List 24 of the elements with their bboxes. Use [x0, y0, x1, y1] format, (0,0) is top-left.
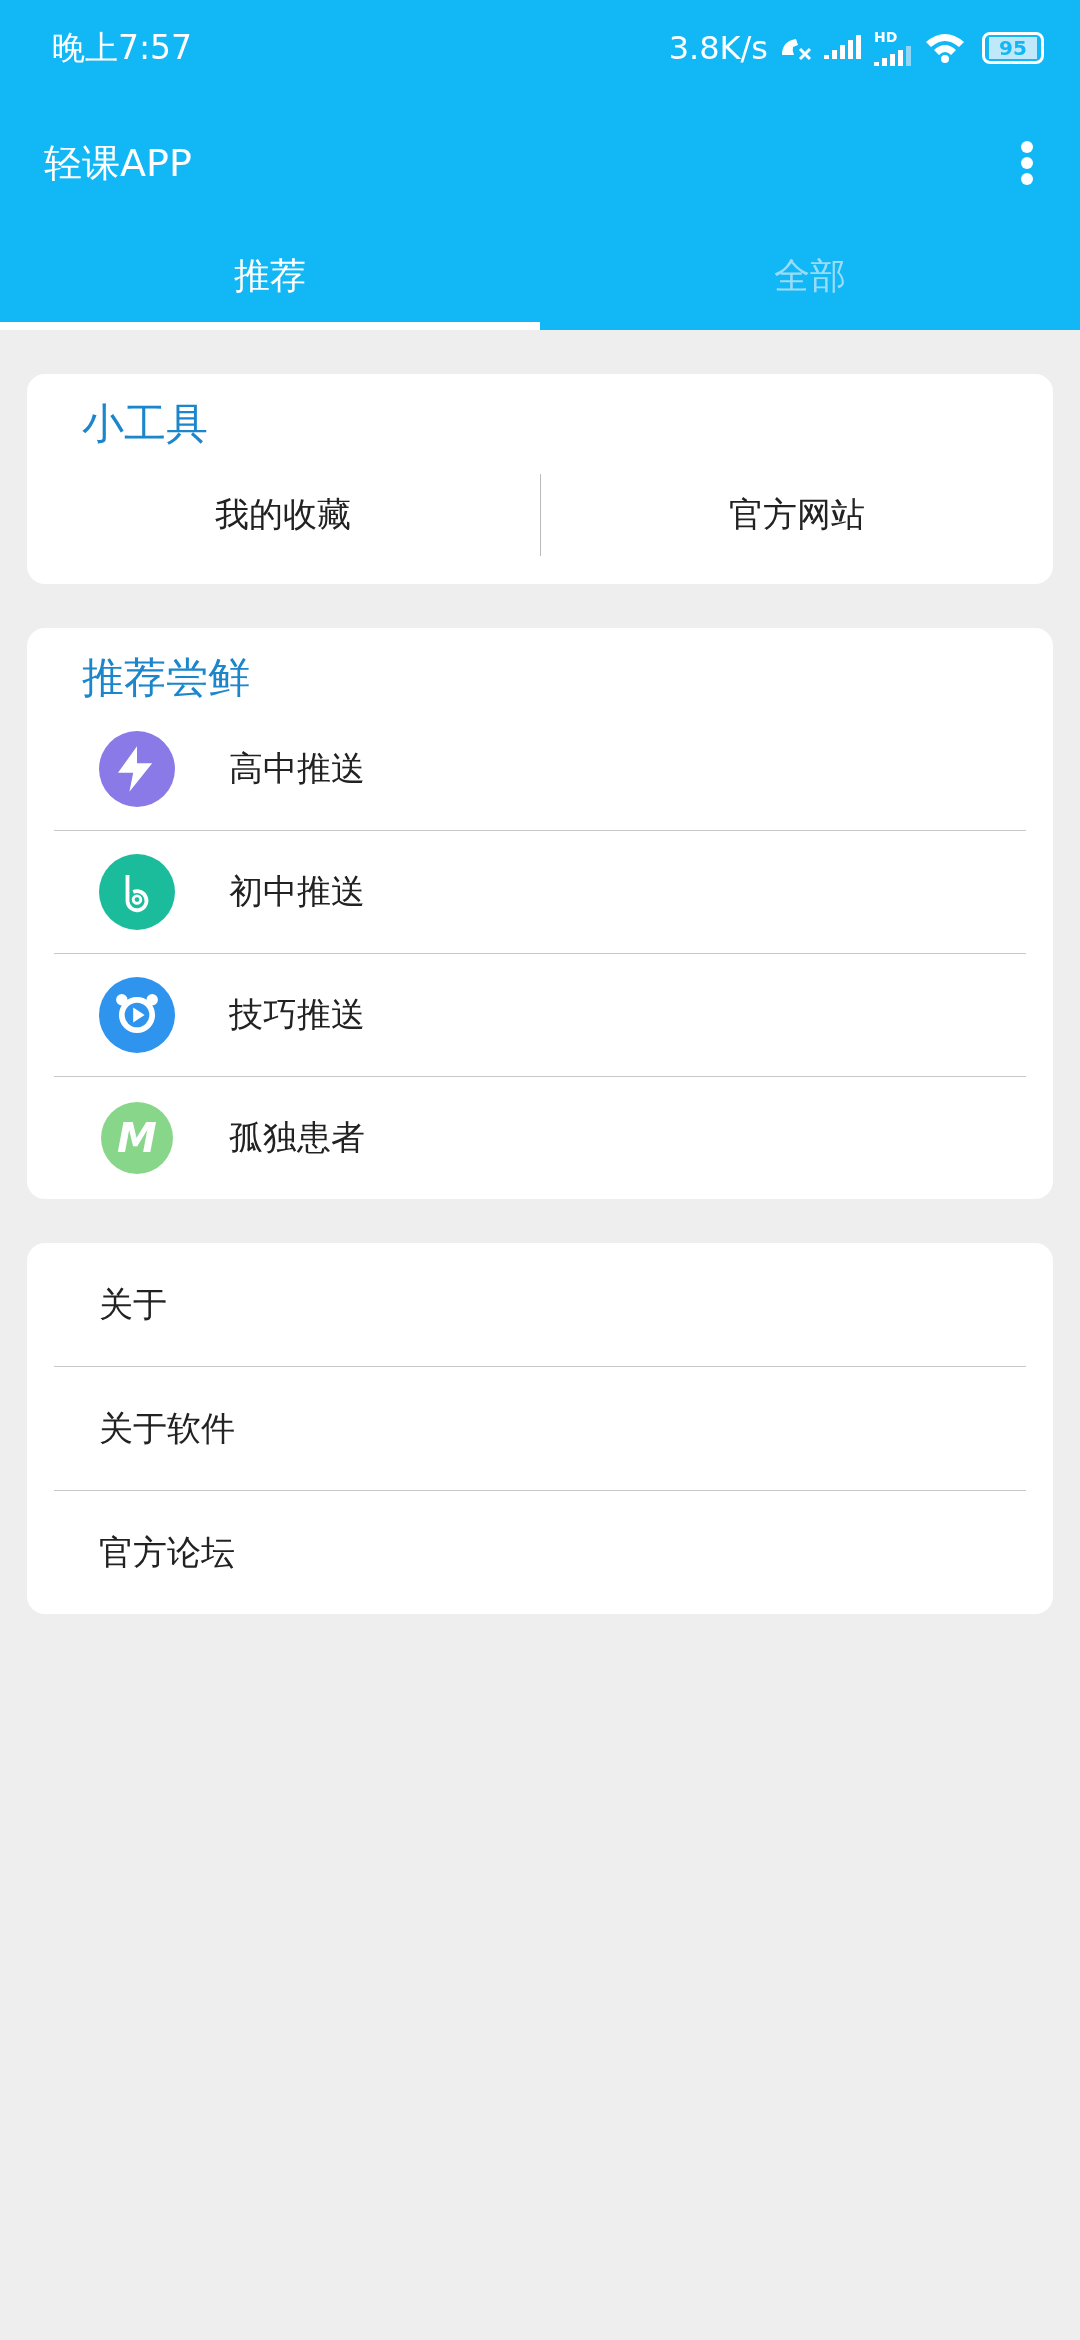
tool-link[interactable]: 我的收藏 [27, 491, 540, 539]
wifi-icon [924, 32, 966, 64]
network-speed: 3.8K/s [668, 29, 768, 67]
more-menu-icon [1020, 141, 1034, 185]
section-title: 小工具 [81, 398, 209, 450]
item-label: 高中推送 [229, 747, 365, 790]
list-item[interactable]: 高中推送 [27, 708, 1053, 830]
section-title: 推荐尝鲜 [81, 652, 251, 704]
item-label: 技巧推送 [229, 993, 365, 1036]
menu-item[interactable]: 关于 [27, 1243, 1053, 1366]
item-label: 孤独患者 [229, 1116, 365, 1159]
signal-icon [874, 44, 914, 66]
app-logo: M [101, 1102, 173, 1174]
list-item[interactable]: 初中推送 [27, 831, 1053, 953]
list-item[interactable]: M 孤独患者 [27, 1077, 1053, 1199]
menu-item[interactable]: 官方论坛 [27, 1491, 1053, 1614]
status-time: 晚上7:57 [52, 26, 193, 69]
menu-item[interactable]: 关于软件 [27, 1367, 1053, 1490]
hd-label: HD [874, 30, 898, 44]
tool-link[interactable]: 官方网站 [540, 491, 1053, 539]
list-item[interactable]: 技巧推送 [27, 954, 1053, 1076]
battery-level: 95 [989, 37, 1037, 59]
item-label: 初中推送 [229, 870, 365, 913]
app-title: 轻课APP [44, 139, 192, 187]
